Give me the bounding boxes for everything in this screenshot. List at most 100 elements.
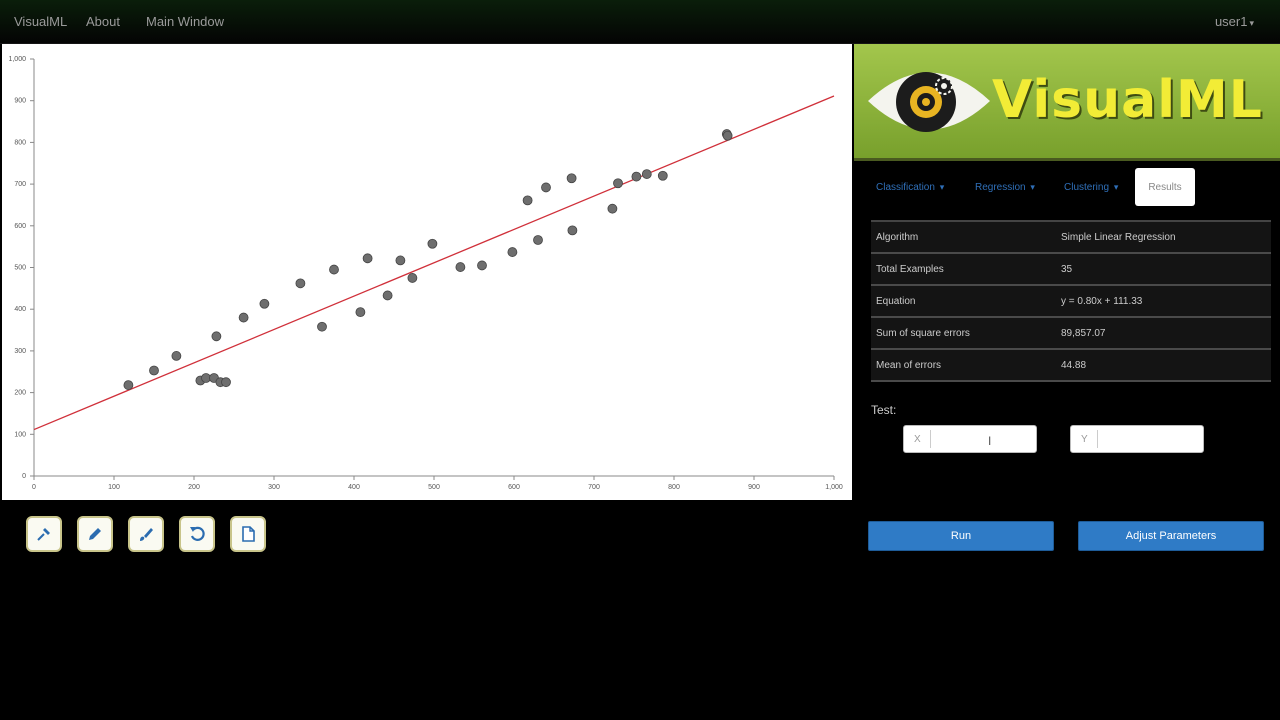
data-point [657,170,668,181]
x-tick-label: 400 [348,484,360,491]
y-tick-label: 100 [14,431,26,438]
test-y-input[interactable]: Y [1070,425,1204,453]
data-point [317,321,327,332]
caret-down-icon: ▾ [1113,182,1119,192]
result-label: Mean of errors [876,360,942,371]
data-point [123,380,134,390]
table-row: Sum of square errors 89,857.07 [871,318,1271,350]
y-tick-label: 700 [14,181,26,188]
nav-main-window[interactable]: Main Window [146,14,224,29]
x-tick-label: 0 [32,484,36,491]
test-x-input[interactable]: X I [903,425,1037,453]
table-row: Equation y = 0.80x + 111.33 [871,286,1271,318]
undo-button[interactable] [179,516,215,552]
data-point [362,253,373,264]
algorithm-tabs: Classification ▾ Regression ▾ Clustering… [854,168,1280,208]
adjust-parameters-button[interactable]: Adjust Parameters [1078,521,1264,551]
result-label: Equation [876,296,916,307]
tab-clustering-label: Clustering [1064,182,1110,193]
result-label: Sum of square errors [876,328,970,339]
y-tick-label: 200 [14,390,26,397]
eye-gear-logo-icon [868,72,990,132]
scatter-plot[interactable]: 0 100 200 300 400 500 600 700 800 900 1,000 0 100 200… [2,44,852,500]
user-menu[interactable]: user1 ▾ [1215,14,1254,29]
results-table: Algorithm Simple Linear Regression Total… [871,220,1271,382]
tab-classification-label: Classification [876,182,935,193]
data-point [238,312,249,323]
x-tick-label: 800 [668,484,680,491]
pin-tool-button[interactable] [26,516,62,552]
result-value: 35 [1061,264,1073,275]
data-point [641,169,652,179]
y-tick-label: 900 [14,98,26,105]
y-tick-label: 600 [14,223,26,230]
result-label: Algorithm [876,232,919,243]
input-separator [930,430,931,448]
y-tick-label: 800 [14,139,26,146]
data-point [533,235,543,245]
table-row: Algorithm Simple Linear Regression [871,222,1271,254]
y-tick-label: 400 [14,306,26,313]
tab-regression-label: Regression [975,182,1026,193]
input-separator [1097,430,1098,448]
data-point [631,171,642,182]
data-point [541,182,551,193]
side-panel: VisualML Classification ▾ Regression ▾ C… [854,44,1280,720]
data-point [295,278,306,289]
plot-canvas[interactable]: 0 100 200 300 400 500 600 700 800 900 1,000 0 100 200… [2,44,852,500]
data-point [382,290,393,301]
result-value: Simple Linear Regression [1061,232,1176,243]
tab-classification[interactable]: Classification ▾ [876,182,944,193]
brush-icon [140,528,153,541]
data-point [567,225,578,236]
pencil-tool-button[interactable] [77,516,113,552]
x-tick-label: 700 [588,484,600,491]
test-label: Test: [871,403,897,417]
data-point [477,260,487,271]
regression-line [33,95,835,431]
x-tick-label: 1,000 [825,484,843,491]
pin-icon [37,528,50,541]
y-input-placeholder: Y [1081,433,1088,445]
tab-results[interactable]: Results [1135,168,1195,206]
tab-clustering[interactable]: Clustering ▾ [1064,182,1118,193]
nav-brand[interactable]: VisualML [14,14,67,29]
run-button[interactable]: Run [868,521,1054,551]
caret-down-icon: ▾ [1249,18,1254,28]
nav-about[interactable]: About [86,14,120,29]
data-point [613,178,623,189]
new-document-button[interactable] [230,516,266,552]
x-tick-label: 600 [508,484,520,491]
x-tick-label: 300 [268,484,280,491]
data-point [259,298,270,309]
data-point [171,351,182,361]
data-point [566,173,577,184]
x-tick-label: 900 [748,484,760,491]
tab-regression[interactable]: Regression ▾ [975,182,1035,193]
navbar: VisualML About Main Window user1 ▾ [0,0,1280,44]
data-point [722,130,733,141]
brush-tool-button[interactable] [128,516,164,552]
result-value: 89,857.07 [1061,328,1106,339]
x-tick-label: 200 [188,484,200,491]
result-value: 44.88 [1061,360,1087,371]
logo-banner: VisualML [854,44,1280,161]
data-point [329,264,339,275]
data-point [522,195,533,206]
new-document-icon [242,526,255,542]
data-point [149,365,159,376]
data-point [427,238,438,249]
x-tick-label: 100 [108,484,120,491]
text-cursor-icon: I [988,434,992,448]
undo-icon [190,526,205,541]
result-value: y = 0.80x + 111.33 [1061,296,1143,307]
pencil-icon [89,528,101,540]
result-label: Total Examples [876,264,944,275]
data-point [507,247,518,257]
table-row: Mean of errors 44.88 [871,350,1271,382]
caret-down-icon: ▾ [1030,182,1035,192]
data-point [395,255,406,266]
y-tick-label: 1,000 [8,56,26,63]
caret-down-icon: ▾ [939,182,945,192]
data-point [455,262,466,272]
